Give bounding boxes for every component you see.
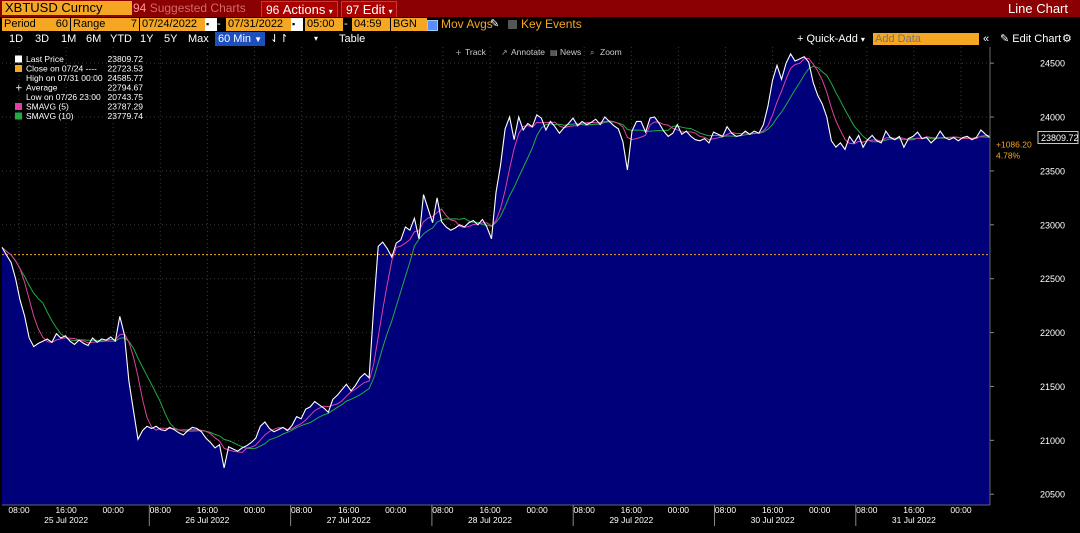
x-day-label: 27 Jul 2022 [327,515,371,525]
x-day-label: 31 Jul 2022 [892,515,936,525]
y-tick-label: 21500 [1040,382,1065,392]
legend-marker [15,55,22,63]
x-tick-label: 00:00 [385,505,407,515]
x-tick-label: 00:00 [103,505,125,515]
x-tick-label: 16:00 [55,505,77,515]
x-day-label: 25 Jul 2022 [44,515,88,525]
x-tick-label: 08:00 [574,505,596,515]
legend-marker [15,103,22,110]
x-tick-label: 00:00 [668,505,690,515]
y-tick-label: 24000 [1040,113,1065,123]
chart-tools: + Track ↗ Annotate ▤ News ⌕ Zoom [455,47,622,57]
legend-value: 23809.72 [108,54,144,64]
legend-value: 22794.67 [108,83,144,93]
x-tick-label: 08:00 [8,505,30,515]
annotate-tool-icon: ↗ [501,48,508,57]
x-tick-label: 00:00 [950,505,972,515]
annotate-tool-label: Annotate [511,47,545,57]
y-tick-label: 21000 [1040,436,1065,446]
y-tick-label: 22000 [1040,328,1065,338]
x-tick-label: 08:00 [856,505,878,515]
price-area-fill [2,53,990,505]
x-tick-label: 08:00 [291,505,313,515]
legend-marker: + [15,84,23,94]
x-day-label: 29 Jul 2022 [609,515,653,525]
x-tick-label: 16:00 [903,505,925,515]
x-tick-label: 00:00 [809,505,831,515]
legend-label: Close on 07/24 ---- [26,64,97,74]
legend-label: High on 07/31 00:00 [26,73,103,83]
x-day-label: 26 Jul 2022 [185,515,229,525]
news-tool-label: News [560,47,581,57]
legend-value: 24585.77 [108,73,144,83]
legend: Last Price 23809.72 Close on 07/24 ---- 227… [15,54,143,121]
legend-label: SMAVG (10) [26,111,74,121]
legend-label: Last Price [26,54,64,64]
x-tick-label: 00:00 [526,505,548,515]
x-axis: 08:00 16:00 00:00 08:00 16:00 00:00 08:00 16:00… [2,504,990,526]
x-tick-label: 08:00 [432,505,454,515]
y-axis: 20500 21000 21500 22000 22500 23000 23500 24000… [989,47,1065,505]
x-tick-label: 00:00 [244,505,266,515]
change-label: +1086.20 [996,140,1032,150]
last-price-label: 23809.72 [1041,133,1079,143]
track-tool-label: Track [465,47,487,57]
y-tick-label: 23500 [1040,166,1065,176]
y-tick-label: 20500 [1040,490,1065,500]
y-tick-label: 22500 [1040,274,1065,284]
legend-marker [15,112,22,120]
right-labels: 23809.72 +1086.204.78% [996,131,1079,161]
legend-value: 20743.75 [108,92,144,102]
x-day-label: 28 Jul 2022 [468,515,512,525]
legend-marker [15,65,22,72]
x-tick-label: 08:00 [715,505,737,515]
track-tool-icon: + [455,48,462,57]
legend-label: Low on 07/26 23:00 [26,92,101,102]
x-tick-label: 16:00 [621,505,643,515]
price-chart[interactable]: 20500 21000 21500 22000 22500 23000 23500 24000… [0,0,1080,533]
x-tick-label: 16:00 [762,505,784,515]
legend-value: 23779.74 [108,111,144,121]
zoom-tool-icon: ⌕ [590,48,594,57]
legend-label: SMAVG (5) [26,102,69,112]
legend-value: 22723.53 [108,64,144,74]
x-tick-label: 08:00 [150,505,172,515]
x-tick-label: 16:00 [479,505,501,515]
change-pct-label: 4.78% [996,151,1021,161]
legend-value: 23787.29 [108,102,144,112]
x-day-label: 30 Jul 2022 [751,515,795,525]
news-tool-icon: ▤ [550,48,558,57]
y-tick-label: 24500 [1040,59,1065,69]
zoom-tool-label: Zoom [600,47,622,57]
legend-label: Average [26,83,58,93]
y-tick-label: 23000 [1040,220,1065,230]
x-tick-label: 16:00 [338,505,360,515]
x-tick-label: 16:00 [197,505,219,515]
